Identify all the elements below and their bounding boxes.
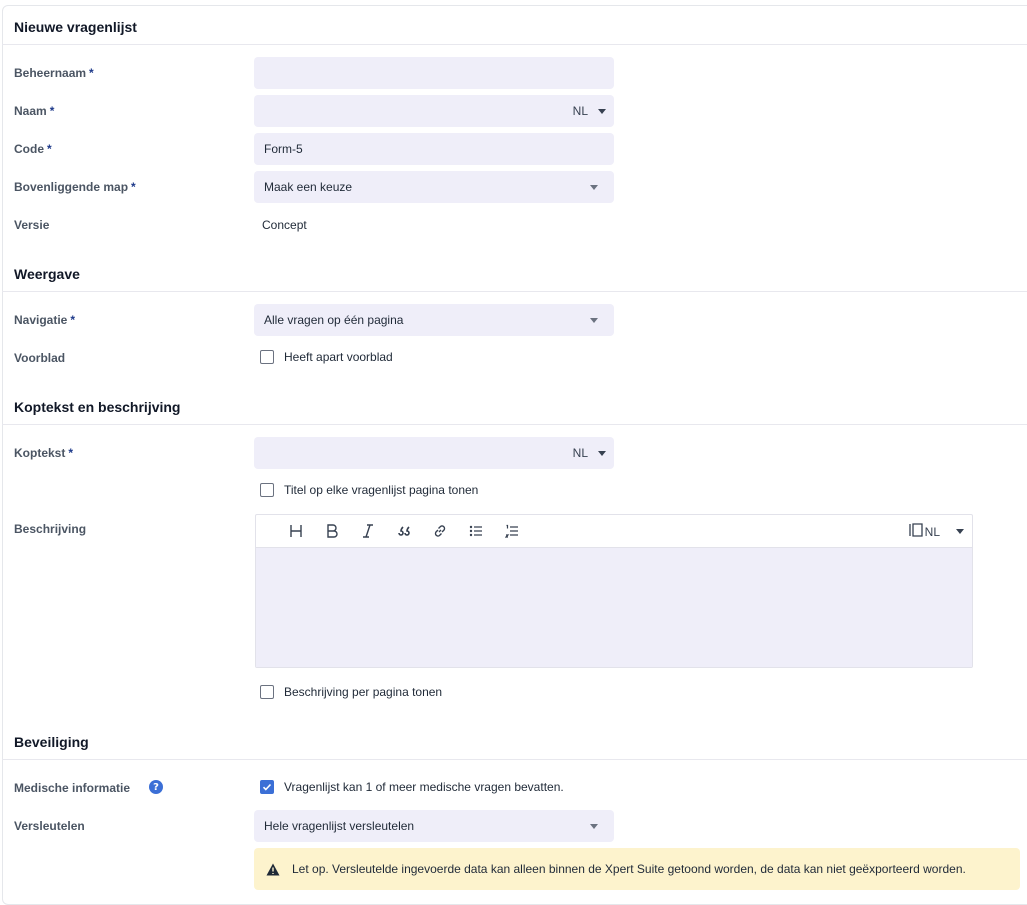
medical-info-row[interactable]: Vragenlijst kan 1 of meer medische vrage… xyxy=(260,780,564,794)
admin-name-label: Beheernaam * xyxy=(14,66,94,80)
title-each-page-label: Titel op elke vragenlijst pagina tonen xyxy=(284,483,479,497)
cover-label: Voorblad xyxy=(14,351,66,365)
description-per-page-checkbox[interactable] xyxy=(260,685,274,699)
header-text-label: Koptekst * xyxy=(14,446,74,460)
parent-folder-select[interactable]: Maak een keuze xyxy=(254,171,614,203)
navigation-select[interactable]: Alle vragen op één pagina xyxy=(254,304,614,336)
warning-banner: Let op. Versleutelde ingevoerde data kan… xyxy=(254,848,1020,890)
title-each-page-row[interactable]: Titel op elke vragenlijst pagina tonen xyxy=(260,483,478,497)
divider xyxy=(2,44,1027,45)
medical-info-checkbox-label: Vragenlijst kan 1 of meer medische vrage… xyxy=(284,780,564,794)
description-per-page-label: Beschrijving per pagina tonen xyxy=(284,685,443,699)
section-title-display: Weergave xyxy=(14,266,80,282)
warning-icon xyxy=(266,863,280,875)
language-selector[interactable]: NL xyxy=(573,104,606,118)
quote-icon[interactable] xyxy=(386,519,422,543)
version-value: Concept xyxy=(262,218,307,232)
code-input[interactable]: Form-5 xyxy=(254,133,614,165)
editor-language-selector[interactable]: NL xyxy=(925,525,964,539)
chevron-down-icon xyxy=(590,317,598,323)
encrypt-label: Versleutelen xyxy=(14,819,85,833)
description-label: Beschrijving xyxy=(14,522,87,536)
checkmark-icon xyxy=(262,783,272,791)
section-title-security: Beveiliging xyxy=(14,734,89,750)
divider xyxy=(2,291,1027,292)
chevron-down-icon xyxy=(956,529,964,534)
name-input[interactable]: NL xyxy=(254,95,614,127)
code-label: Code * xyxy=(14,142,52,156)
version-label: Versie xyxy=(14,218,50,232)
bullet-list-icon[interactable] xyxy=(458,519,494,543)
header-text-input[interactable]: NL xyxy=(254,437,614,469)
name-label: Naam * xyxy=(14,104,55,118)
editor-toolbar: NL xyxy=(256,515,972,548)
encrypt-select[interactable]: Hele vragenlijst versleutelen xyxy=(254,810,614,842)
description-editor: NL xyxy=(255,514,973,668)
cover-checkbox-row[interactable]: Heeft apart voorblad xyxy=(260,350,393,364)
link-icon[interactable] xyxy=(422,519,458,543)
bold-icon[interactable] xyxy=(314,519,350,543)
cover-checkbox-label: Heeft apart voorblad xyxy=(284,350,393,364)
numbered-list-icon[interactable] xyxy=(494,519,530,543)
divider xyxy=(2,424,1027,425)
chevron-down-icon xyxy=(590,184,598,190)
help-icon[interactable]: ? xyxy=(149,780,163,794)
heading-icon[interactable] xyxy=(278,519,314,543)
medical-info-checkbox[interactable] xyxy=(260,780,274,794)
chevron-down-icon xyxy=(598,108,606,114)
chevron-down-icon xyxy=(598,450,606,456)
description-per-page-row[interactable]: Beschrijving per pagina tonen xyxy=(260,685,442,699)
parent-folder-label: Bovenliggende map * xyxy=(14,180,136,194)
italic-icon[interactable] xyxy=(350,519,386,543)
title-each-page-checkbox[interactable] xyxy=(260,483,274,497)
divider xyxy=(2,759,1027,760)
source-toggle-icon[interactable] xyxy=(909,523,923,540)
admin-name-input[interactable] xyxy=(254,57,614,89)
language-selector[interactable]: NL xyxy=(573,446,606,460)
cover-checkbox[interactable] xyxy=(260,350,274,364)
section-title-header: Koptekst en beschrijving xyxy=(14,399,181,415)
warning-text: Let op. Versleutelde ingevoerde data kan… xyxy=(292,862,966,876)
navigation-label: Navigatie * xyxy=(14,313,76,327)
medical-info-label: Medische informatie xyxy=(14,781,131,795)
description-textarea[interactable] xyxy=(256,548,972,667)
section-title-general: Nieuwe vragenlijst xyxy=(14,19,137,35)
chevron-down-icon xyxy=(590,823,598,829)
